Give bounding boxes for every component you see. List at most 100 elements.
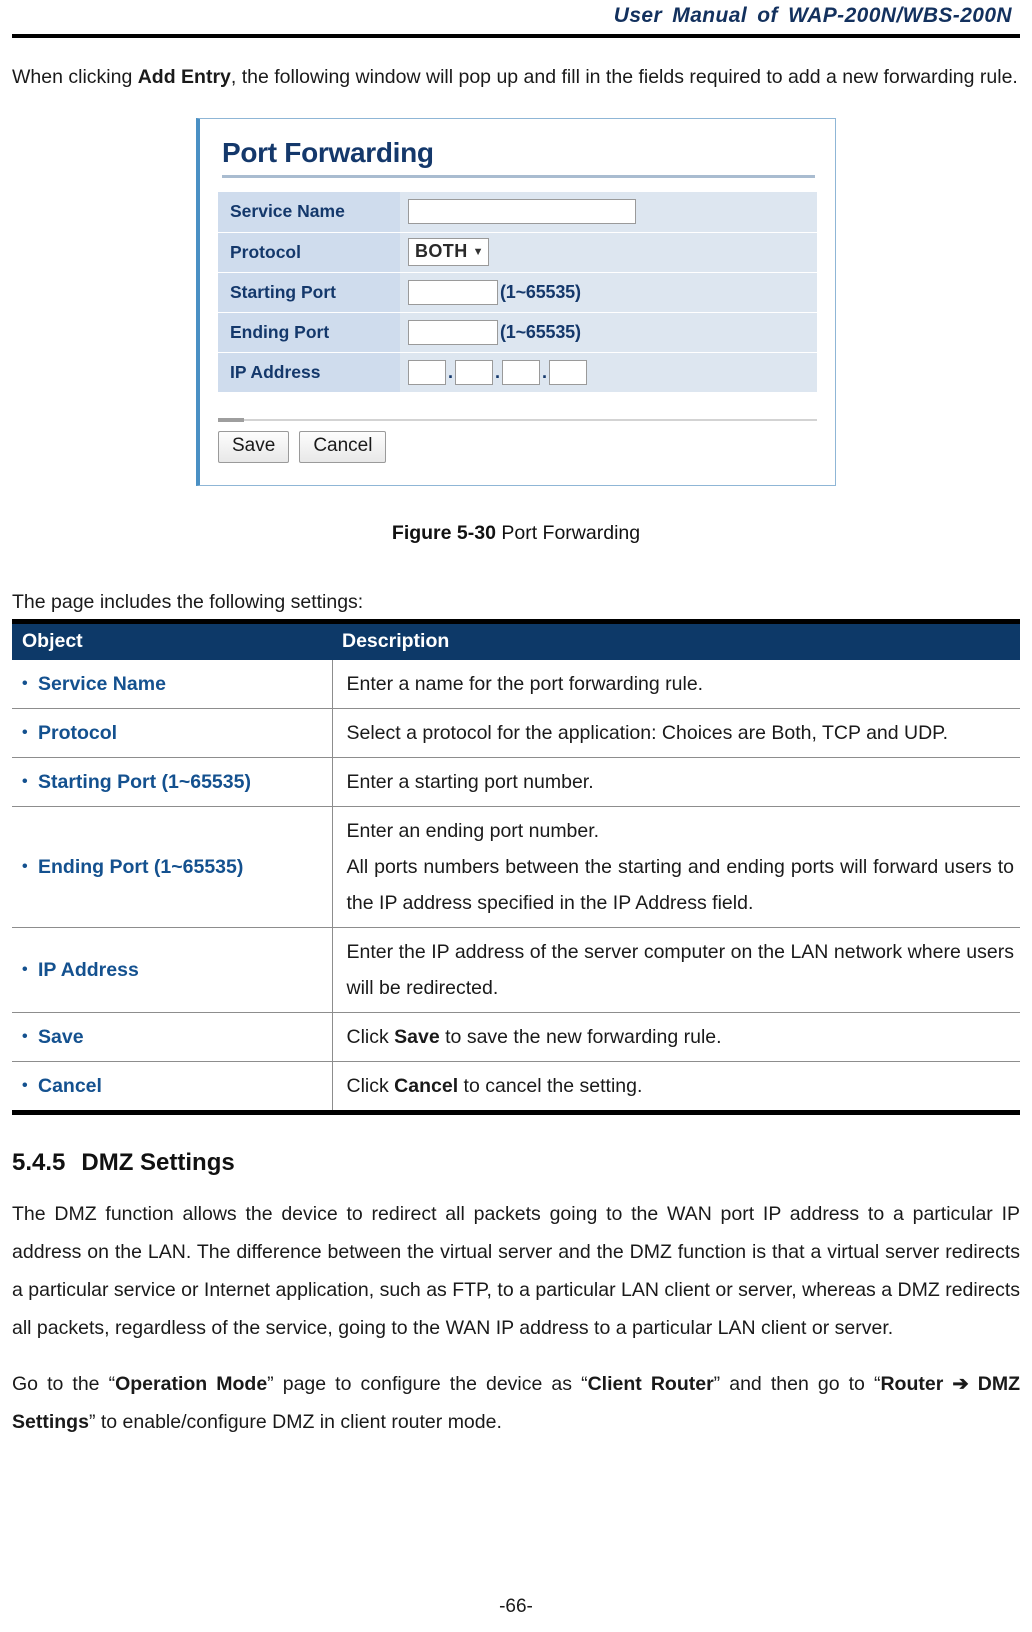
dialog-footer-divider: [218, 417, 817, 422]
table-row: Save Click Save to save the new forwardi…: [12, 1012, 1020, 1062]
desc-post: to save the new forwarding rule.: [439, 1025, 722, 1048]
row-description-save: Click Save to save the new forwarding ru…: [332, 1012, 1020, 1062]
value-service-name: [400, 192, 817, 233]
ip-separator-2: .: [494, 361, 500, 382]
label-starting-port: Starting Port: [218, 272, 400, 313]
add-entry-bold: Add Entry: [137, 66, 231, 88]
figure-caption-text: Port Forwarding: [501, 521, 641, 544]
settings-table-header-row: Object Description: [12, 621, 1020, 660]
desc-pre: Click: [346, 1025, 395, 1048]
ending-port-input[interactable]: [408, 319, 498, 345]
running-header: User Manual of WAP-200N/WBS-200N: [613, 4, 1012, 27]
value-ip-address: ...: [400, 352, 817, 393]
desc-bold: Cancel: [394, 1074, 459, 1097]
row-description-service-name: Enter a name for the port forwarding rul…: [332, 659, 1020, 709]
form-row-ip-address: IP Address ...: [218, 352, 817, 393]
row-object-cancel: Cancel: [12, 1061, 333, 1112]
row-description-starting-port: Enter a starting port number.: [332, 757, 1020, 807]
row-object-ending-port: Ending Port (1~65535): [12, 806, 333, 928]
desc-line: Enter an ending port number.: [346, 819, 600, 842]
page-number: -66-: [499, 1596, 533, 1617]
dialog-title: Port Forwarding: [222, 137, 434, 168]
form-row-service-name: Service Name: [218, 192, 817, 233]
section-title: DMZ Settings: [81, 1148, 235, 1176]
settings-table-head: Object Description: [12, 621, 1020, 660]
row-description-ip-address: Enter the IP address of the server compu…: [332, 927, 1020, 1013]
table-row: IP Address Enter the IP address of the s…: [12, 927, 1020, 1013]
section-number: 5.4.5: [12, 1148, 66, 1176]
row-description-ending-port: Enter an ending port number. All ports nu…: [332, 806, 1020, 928]
protocol-select[interactable]: BOTH ▼: [408, 238, 489, 266]
desc-post: to cancel the setting.: [458, 1074, 643, 1097]
chevron-down-icon: ▼: [472, 246, 484, 259]
column-header-object: Object: [12, 621, 332, 660]
goto-p3: ” and then go to “: [713, 1372, 881, 1395]
dialog-title-divider: [222, 175, 815, 178]
dialog-buttons: Save Cancel: [218, 430, 817, 463]
desc-line: Select a protocol for the application: C…: [346, 721, 949, 744]
figure-caption: Figure 5-30 Port Forwarding: [12, 522, 1020, 545]
label-ending-port: Ending Port: [218, 312, 400, 353]
settings-intro: The page includes the following settings…: [12, 590, 364, 613]
label-ip-address: IP Address: [218, 352, 400, 393]
form-row-protocol: Protocol BOTH ▼: [218, 232, 817, 273]
starting-port-input[interactable]: [408, 279, 498, 305]
row-object-save: Save: [12, 1012, 333, 1062]
intro-paragraph: When clicking Add Entry, the following w…: [12, 58, 1020, 96]
table-row: Cancel Click Cancel to cancel the settin…: [12, 1061, 1020, 1112]
save-button[interactable]: Save: [218, 430, 290, 463]
ip-octet-4-input[interactable]: [549, 359, 587, 385]
label-service-name: Service Name: [218, 192, 400, 233]
goto-b1: Operation Mode: [115, 1372, 268, 1395]
desc-line: Enter a starting port number.: [346, 770, 594, 793]
port-forwarding-dialog: Port Forwarding Service Name Protocol BO…: [196, 118, 836, 486]
goto-p2: ” page to configure the device as “: [267, 1372, 588, 1395]
value-protocol: BOTH ▼: [400, 232, 817, 273]
starting-port-range-hint: (1~65535): [500, 281, 581, 302]
intro-text-before: When clicking: [12, 66, 138, 88]
value-ending-port: (1~65535): [400, 312, 817, 353]
row-object-starting-port: Starting Port (1~65535): [12, 757, 333, 807]
ending-port-range-hint: (1~65535): [500, 321, 581, 342]
desc-line: Enter the IP address of the server compu…: [346, 940, 1015, 999]
form-row-ending-port: Ending Port (1~65535): [218, 312, 817, 353]
ip-octet-2-input[interactable]: [455, 359, 493, 385]
row-description-cancel: Click Cancel to cancel the setting.: [332, 1061, 1020, 1112]
header-divider: [12, 34, 1020, 38]
intro-text-after: , the following window will pop up and f…: [230, 66, 1018, 88]
value-starting-port: (1~65535): [400, 272, 817, 313]
dialog-form: Service Name Protocol BOTH ▼ Starting Por…: [218, 192, 817, 393]
service-name-input[interactable]: [408, 199, 636, 225]
figure-caption-label: Figure 5-30: [391, 521, 496, 544]
settings-table: Object Description Service Name Enter a …: [12, 618, 1020, 1115]
ip-separator-1: .: [447, 361, 453, 382]
row-object-service-name: Service Name: [12, 659, 333, 709]
goto-p4: ” to enable/configure DMZ in client rout…: [88, 1410, 502, 1433]
section-heading: 5.4.5 DMZ Settings: [12, 1149, 1020, 1177]
table-row: Protocol Select a protocol for the appli…: [12, 708, 1020, 758]
form-row-starting-port: Starting Port (1~65535): [218, 272, 817, 313]
cancel-button[interactable]: Cancel: [299, 430, 387, 463]
desc-line: All ports numbers between the starting a…: [346, 855, 1015, 914]
row-description-protocol: Select a protocol for the application: C…: [332, 708, 1020, 758]
ip-octet-1-input[interactable]: [408, 359, 446, 385]
desc-pre: Click: [346, 1074, 395, 1097]
goto-p1: Go to the “: [12, 1372, 116, 1395]
section-paragraph: The DMZ function allows the device to re…: [12, 1202, 1020, 1339]
figure-port-forwarding: Port Forwarding Service Name Protocol BO…: [12, 118, 1020, 486]
table-row: Starting Port (1~65535) Enter a starting…: [12, 757, 1020, 807]
goto-b2: Client Router: [587, 1372, 714, 1395]
document-page: User Manual of WAP-200N/WBS-200N When cl…: [0, 0, 1032, 1632]
column-header-description: Description: [332, 621, 1020, 660]
goto-paragraph: Go to the “Operation Mode” page to confi…: [12, 1365, 1020, 1441]
desc-bold: Save: [394, 1025, 440, 1048]
table-row: Service Name Enter a name for the port f…: [12, 659, 1020, 709]
table-row: Ending Port (1~65535) Enter an ending po…: [12, 806, 1020, 928]
label-protocol: Protocol: [218, 232, 400, 273]
row-object-ip-address: IP Address: [12, 927, 333, 1013]
settings-table-body: Service Name Enter a name for the port f…: [12, 659, 1020, 1112]
protocol-selected-value: BOTH: [415, 241, 468, 261]
ip-separator-3: .: [541, 361, 547, 382]
ip-octet-3-input[interactable]: [502, 359, 540, 385]
desc-line: Enter a name for the port forwarding rul…: [346, 672, 704, 695]
